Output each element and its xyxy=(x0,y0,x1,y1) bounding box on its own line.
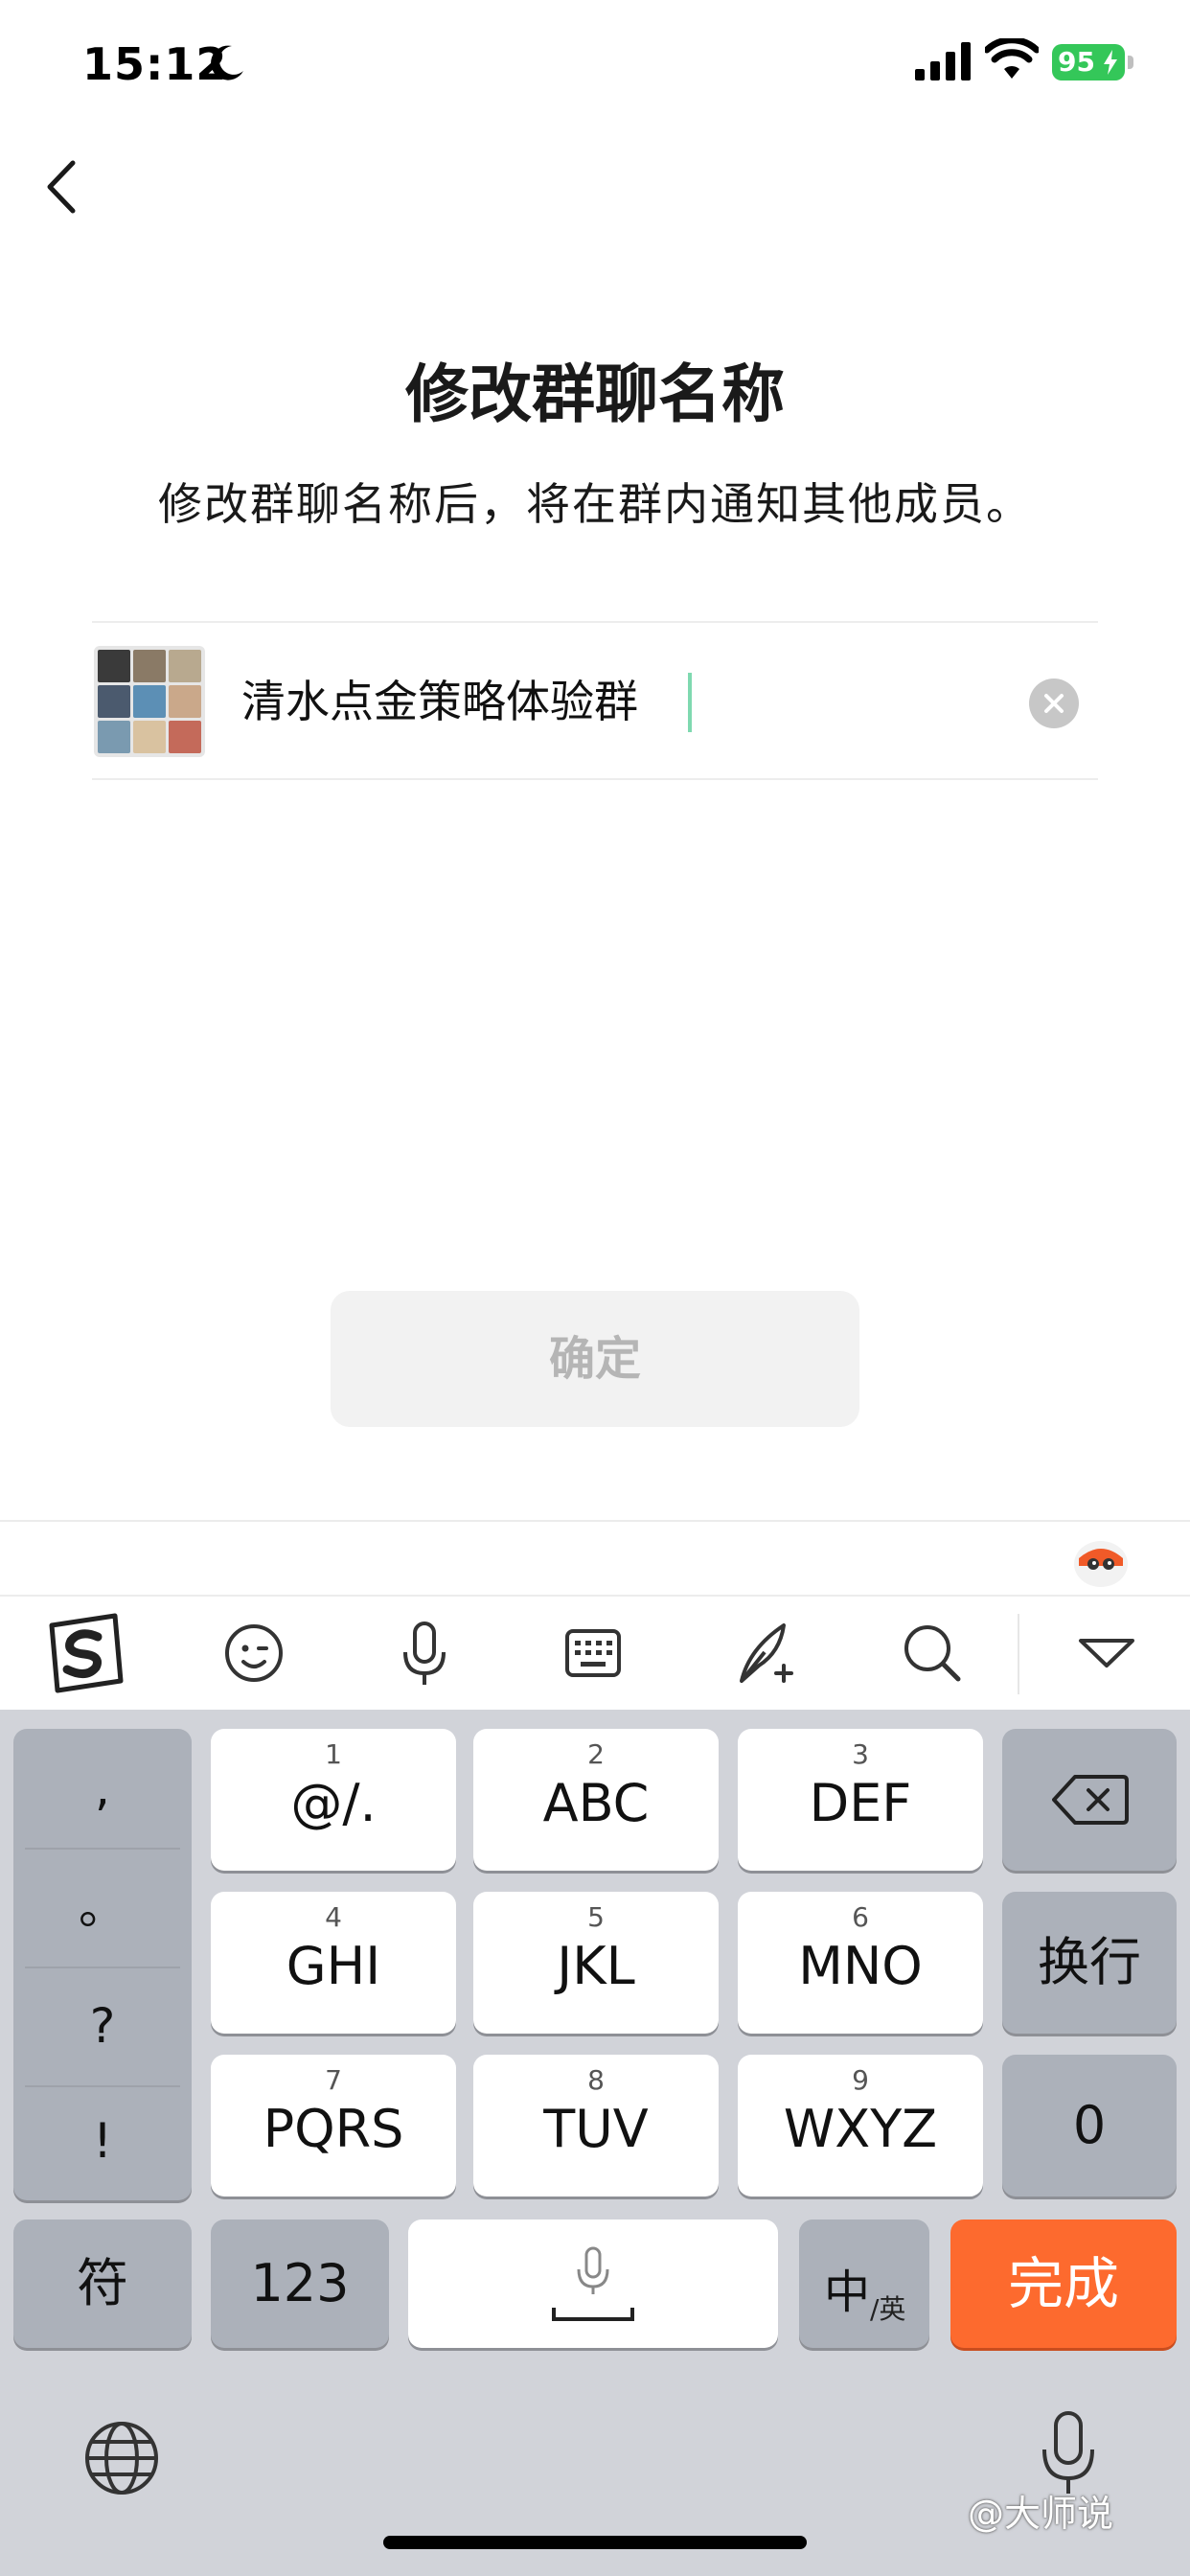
battery-cap xyxy=(1128,56,1133,69)
punctuation-column: , 。 ? ! xyxy=(13,1729,192,2200)
key-number: 1 xyxy=(325,1738,342,1770)
collapse-keyboard-icon[interactable] xyxy=(1064,1610,1150,1696)
zero-key-label: 0 xyxy=(1072,2095,1107,2155)
key-number: 6 xyxy=(852,1901,869,1933)
search-icon[interactable] xyxy=(889,1610,975,1696)
key-4[interactable]: 4 GHI xyxy=(211,1892,456,2034)
page-title: 修改群聊名称 xyxy=(405,357,785,431)
ime-candidate-bar xyxy=(0,1520,1190,1597)
key-label: @/. xyxy=(290,1773,377,1833)
wifi-icon xyxy=(985,38,1039,79)
key-8[interactable]: 8 TUV xyxy=(473,2055,719,2196)
key-number: 7 xyxy=(325,2064,342,2096)
punct-key-question[interactable]: ? xyxy=(13,1966,192,2085)
space-key[interactable] xyxy=(408,2220,778,2348)
microphone-icon[interactable] xyxy=(381,1610,468,1696)
clear-input-button[interactable] xyxy=(1029,678,1079,728)
delete-key[interactable] xyxy=(1002,1729,1177,1871)
key-label: PQRS xyxy=(263,2099,404,2159)
lang-primary-label: 中 xyxy=(824,2266,871,2319)
symbols-key[interactable]: 符 xyxy=(13,2220,192,2348)
numbers-key-label: 123 xyxy=(250,2253,350,2313)
key-label: WXYZ xyxy=(783,2099,938,2159)
key-label: JKL xyxy=(557,1936,635,1996)
page-subtitle: 修改群聊名称后，将在群内通知其他成员。 xyxy=(158,478,1032,530)
close-icon xyxy=(1044,694,1064,713)
symbols-key-label: 符 xyxy=(77,2253,128,2313)
group-name-row xyxy=(92,621,1098,780)
key-9[interactable]: 9 WXYZ xyxy=(738,2055,983,2196)
key-label: MNO xyxy=(798,1936,923,1996)
key-number: 8 xyxy=(587,2064,605,2096)
key-5[interactable]: 5 JKL xyxy=(473,1892,719,2034)
return-key[interactable]: 换行 xyxy=(1002,1892,1177,2034)
battery-indicator: 95 xyxy=(1052,44,1125,80)
key-number: 4 xyxy=(325,1901,342,1933)
key-label: ABC xyxy=(542,1773,650,1833)
return-key-label: 换行 xyxy=(1038,1932,1141,1992)
key-label: TUV xyxy=(543,2099,649,2159)
backspace-icon xyxy=(1052,1775,1129,1825)
ime-mascot-icon[interactable] xyxy=(1071,1531,1131,1589)
toolbar-divider xyxy=(1018,1614,1019,1694)
battery-level: 95 xyxy=(1058,46,1095,78)
key-number: 5 xyxy=(587,1901,605,1933)
numbers-key[interactable]: 123 xyxy=(211,2220,389,2348)
emoji-icon[interactable] xyxy=(211,1610,297,1696)
charging-bolt-icon xyxy=(1104,50,1117,75)
punct-key-comma[interactable]: , xyxy=(13,1729,192,1848)
key-3[interactable]: 3 DEF xyxy=(738,1729,983,1871)
moon-icon xyxy=(211,45,243,80)
status-bar: 15:12 95 xyxy=(0,0,1190,134)
globe-icon[interactable] xyxy=(79,2415,165,2501)
confirm-button[interactable]: 确定 xyxy=(331,1291,859,1427)
key-label: GHI xyxy=(286,1936,381,1996)
back-button[interactable] xyxy=(38,153,86,220)
cellular-signal-icon xyxy=(915,42,971,80)
key-7[interactable]: 7 PQRS xyxy=(211,2055,456,2196)
key-label: DEF xyxy=(809,1773,912,1833)
punct-key-period[interactable]: 。 xyxy=(13,1848,192,1966)
quill-icon[interactable] xyxy=(721,1610,807,1696)
done-key[interactable]: 完成 xyxy=(950,2220,1177,2348)
watermark: @大师说 xyxy=(968,2493,1114,2535)
zero-key[interactable]: 0 xyxy=(1002,2055,1177,2196)
group-avatar xyxy=(94,646,205,757)
key-number: 9 xyxy=(852,2064,869,2096)
space-mic-icon xyxy=(552,2246,634,2321)
key-6[interactable]: 6 MNO xyxy=(738,1892,983,2034)
text-caret xyxy=(688,673,692,732)
key-number: 3 xyxy=(852,1738,869,1770)
keyboard-icon[interactable] xyxy=(550,1610,636,1696)
sogou-logo-icon[interactable] xyxy=(42,1610,128,1696)
language-toggle-key[interactable]: 中 /英 xyxy=(799,2220,929,2348)
key-1[interactable]: 1 @/. xyxy=(211,1729,456,1871)
done-key-label: 完成 xyxy=(1007,2251,1119,2316)
key-number: 2 xyxy=(587,1738,605,1770)
home-indicator[interactable] xyxy=(383,2536,807,2549)
key-2[interactable]: 2 ABC xyxy=(473,1729,719,1871)
punct-key-exclamation[interactable]: ! xyxy=(13,2082,192,2200)
group-name-input[interactable] xyxy=(241,661,912,742)
lang-secondary-label: /英 xyxy=(870,2293,906,2325)
